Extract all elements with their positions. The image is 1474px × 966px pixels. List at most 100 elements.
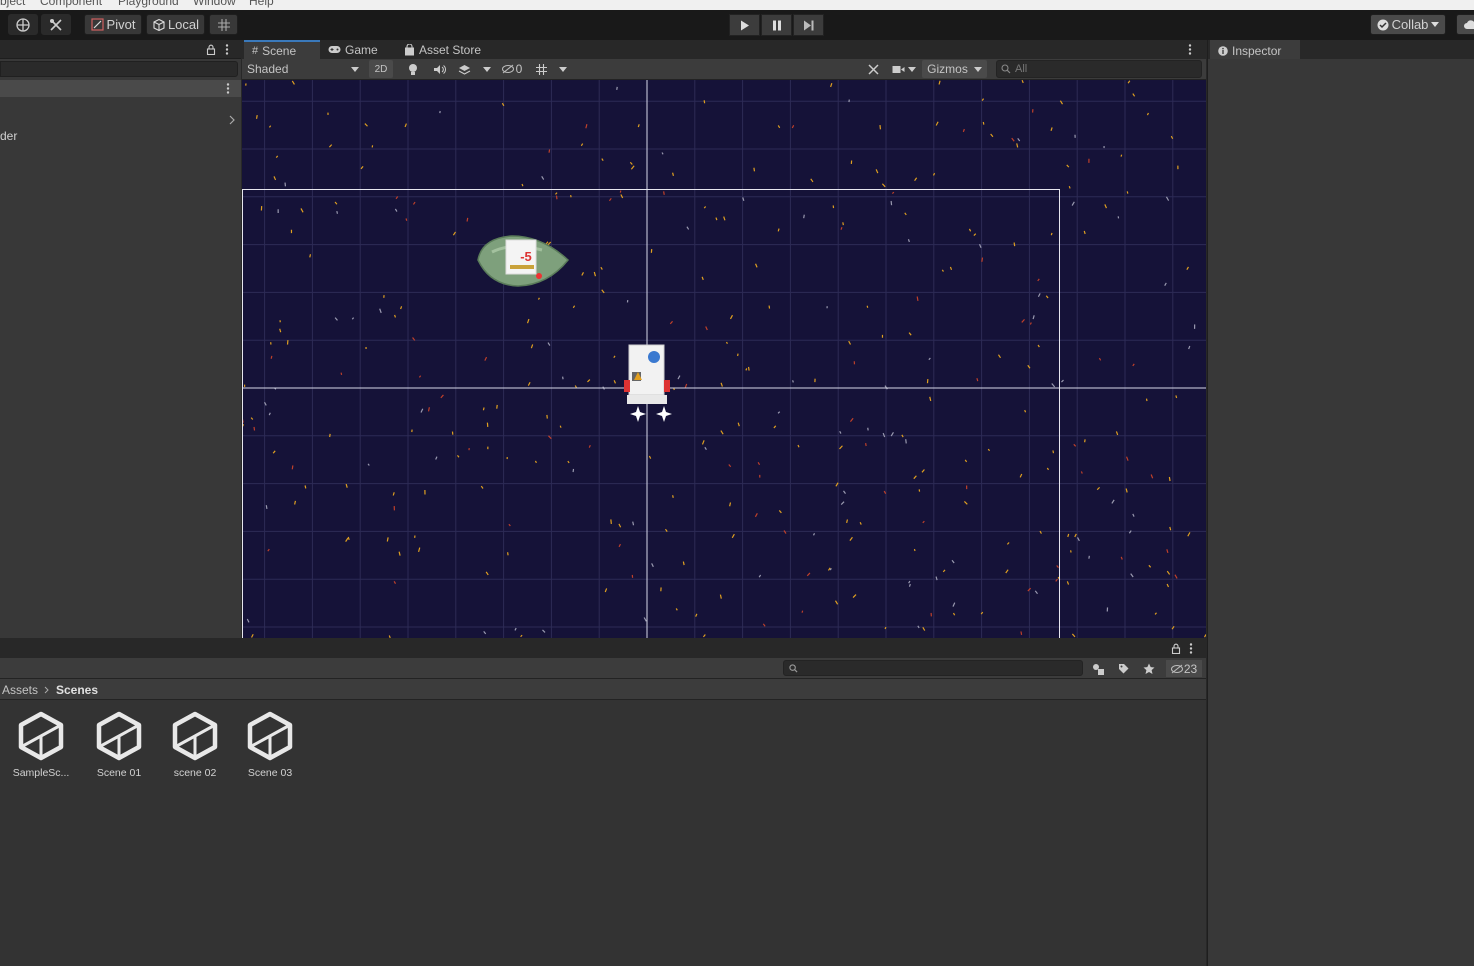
star [964, 459, 968, 463]
custom-tool-button[interactable] [41, 14, 71, 35]
kebab-menu-icon[interactable] [226, 83, 230, 94]
star [613, 355, 616, 359]
star [1076, 537, 1080, 542]
tab-game[interactable]: Game [320, 40, 386, 59]
star [620, 194, 624, 199]
player-sprite[interactable] [624, 344, 672, 422]
hierarchy-search-input[interactable] [0, 61, 238, 77]
chevron-right-icon[interactable] [229, 115, 235, 125]
scene-search-input[interactable]: All [996, 60, 1202, 78]
hierarchy-item-label[interactable]: der [0, 129, 17, 143]
audio-toggle[interactable] [429, 60, 449, 78]
tab-inspector[interactable]: Inspector [1210, 40, 1300, 59]
star [1050, 232, 1053, 236]
star [941, 269, 944, 272]
favorites-button[interactable] [1139, 660, 1159, 677]
star [801, 610, 804, 613]
star [840, 227, 843, 230]
lock-icon[interactable] [206, 44, 216, 55]
cloud-button[interactable] [1456, 14, 1474, 35]
star [942, 569, 946, 573]
breadcrumb-scenes[interactable]: Scenes [56, 683, 98, 697]
kebab-menu-icon[interactable] [1188, 44, 1192, 55]
star [555, 195, 558, 200]
toggle-2d-button[interactable]: 2D [369, 60, 393, 78]
effects-dropdown[interactable] [480, 60, 494, 78]
menu-item-component[interactable]: Component [40, 0, 102, 8]
star [1067, 533, 1070, 538]
star [922, 627, 926, 631]
filter-by-label-button[interactable] [1113, 660, 1133, 677]
collab-button[interactable]: Collab [1370, 14, 1446, 35]
star [1111, 499, 1115, 504]
asset-item[interactable]: Scene 03 [235, 710, 305, 779]
star [1120, 154, 1123, 157]
star [427, 407, 430, 412]
menu-item-playground[interactable]: Playground [118, 0, 179, 8]
grid-toggle[interactable] [532, 60, 550, 78]
hidden-packages-toggle[interactable]: 23 [1166, 660, 1202, 677]
tab-asset-store[interactable]: Asset Store [396, 40, 489, 59]
transform-tool-button[interactable] [8, 14, 38, 35]
star [1165, 196, 1170, 201]
pause-button[interactable] [761, 14, 792, 36]
gizmos-dropdown[interactable]: Gizmos [922, 60, 987, 78]
star [913, 548, 916, 552]
camera-dropdown[interactable] [890, 60, 918, 78]
star [1130, 573, 1134, 578]
asset-name: Scene 03 [247, 767, 293, 779]
kebab-menu-icon[interactable] [225, 44, 229, 55]
asset-item[interactable]: SampleSc... [6, 710, 76, 779]
effects-toggle[interactable] [454, 60, 474, 78]
grid-snap-button[interactable] [209, 14, 238, 35]
hierarchy-scene-row[interactable] [0, 80, 241, 97]
project-search-input[interactable] [783, 660, 1083, 676]
star [417, 547, 421, 553]
play-icon [740, 20, 749, 30]
scene-canvas[interactable]: -5 [242, 80, 1206, 638]
star [1104, 204, 1108, 209]
star [268, 125, 272, 128]
play-button[interactable] [729, 14, 760, 36]
filter-by-type-button[interactable] [1088, 660, 1108, 677]
scene-viewport[interactable]: -5 [242, 80, 1206, 638]
star [672, 172, 675, 177]
tab-scene[interactable]: # Scene [244, 40, 320, 59]
star [1021, 80, 1024, 84]
menu-item-gameobject[interactable]: bject [0, 0, 25, 8]
star [682, 561, 685, 566]
star [1046, 467, 1050, 471]
chevron-down-icon [973, 66, 982, 72]
breadcrumb-assets[interactable]: Assets [2, 683, 38, 697]
star [309, 254, 312, 258]
star [526, 318, 530, 324]
star [753, 167, 756, 172]
star [834, 600, 839, 605]
asset-item[interactable]: scene 02 [160, 710, 230, 779]
star [1005, 569, 1009, 574]
grid-dropdown[interactable] [556, 60, 570, 78]
star [729, 314, 734, 320]
menu-item-help[interactable]: Help [249, 0, 274, 8]
local-button[interactable]: Local [146, 14, 205, 35]
editor-tools-button[interactable] [863, 60, 883, 78]
star [483, 630, 487, 635]
star [1132, 513, 1135, 517]
enemy-sprite[interactable]: -5 [477, 235, 570, 287]
lock-icon[interactable] [1171, 643, 1181, 654]
menu-item-window[interactable]: Window [193, 0, 236, 8]
shading-mode-dropdown[interactable]: Shaded [244, 60, 362, 78]
pivot-button[interactable]: Pivot [84, 14, 142, 35]
star [585, 124, 588, 129]
star [1175, 395, 1178, 399]
asset-item[interactable]: Scene 01 [84, 710, 154, 779]
lighting-toggle[interactable] [403, 60, 423, 78]
star [1187, 532, 1191, 537]
kebab-menu-icon[interactable] [1189, 643, 1193, 654]
star [275, 155, 279, 159]
step-button[interactable] [793, 14, 824, 36]
star [840, 501, 845, 505]
star [843, 490, 846, 494]
hidden-objects-toggle[interactable]: 0 [498, 60, 526, 78]
star [1150, 474, 1154, 479]
